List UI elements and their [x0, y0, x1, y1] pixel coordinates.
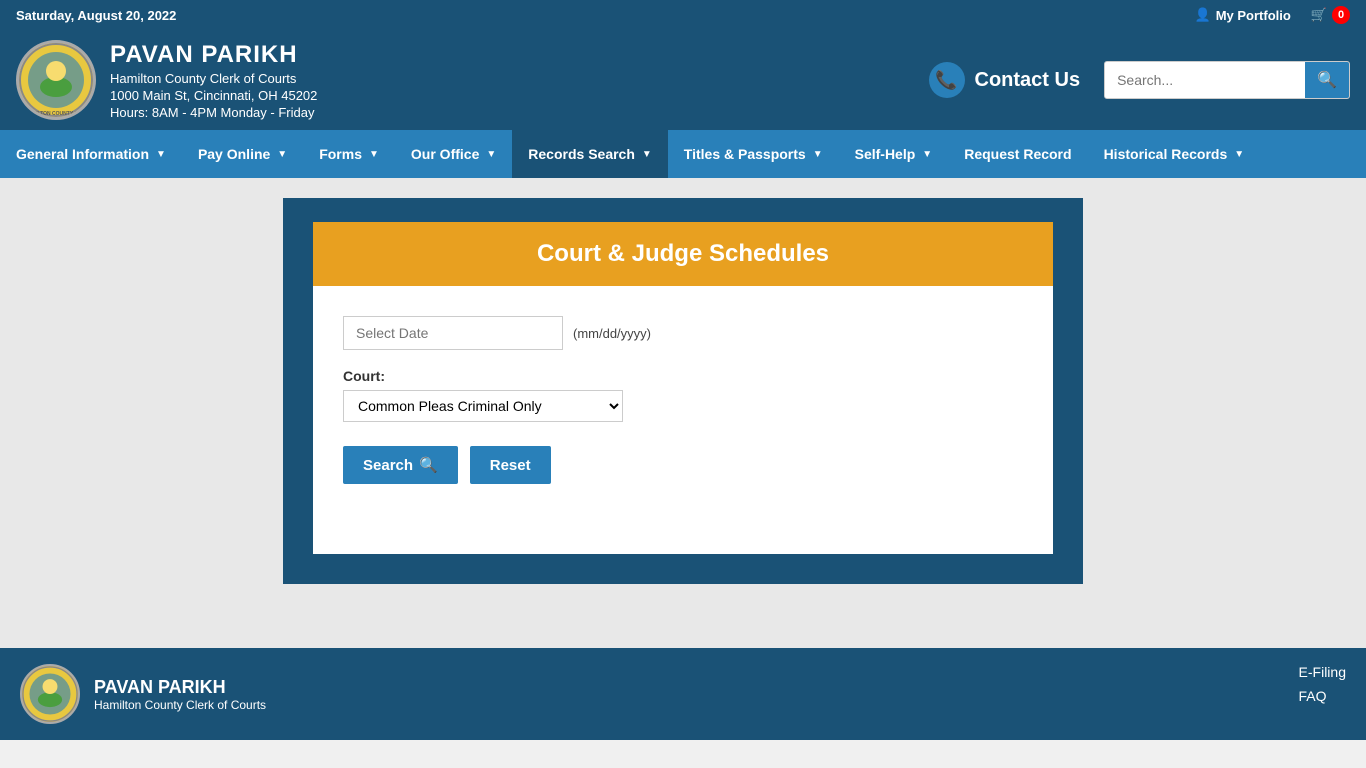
search-btn-icon: 🔍 — [419, 456, 438, 474]
chevron-down-icon: ▼ — [486, 149, 496, 160]
card-title: Court & Judge Schedules — [313, 222, 1053, 286]
card-body: (mm/dd/yyyy) Court: Common Pleas Crimina… — [313, 286, 1053, 524]
date-format-hint: (mm/dd/yyyy) — [573, 326, 651, 341]
nav-pay-online[interactable]: Pay Online ▼ — [182, 130, 303, 178]
chevron-down-icon: ▼ — [156, 149, 166, 160]
cart-badge: 0 — [1332, 6, 1350, 24]
main-content: Court & Judge Schedules (mm/dd/yyyy) Cou… — [0, 178, 1366, 648]
nav-titles-passports[interactable]: Titles & Passports ▼ — [668, 130, 839, 178]
org-line2: 1000 Main St, Cincinnati, OH 45202 — [110, 88, 317, 103]
chevron-down-icon: ▼ — [277, 149, 287, 160]
svg-text:HAMILTON COUNTY OHIO: HAMILTON COUNTY OHIO — [25, 111, 88, 117]
date-group: (mm/dd/yyyy) — [343, 316, 1023, 350]
contact-label: Contact Us — [975, 69, 1081, 92]
court-select[interactable]: Common Pleas Criminal Only Common Pleas … — [343, 390, 623, 422]
site-name: PAVAN PARIKH — [110, 41, 317, 69]
chevron-down-icon: ▼ — [369, 149, 379, 160]
reset-button-label: Reset — [490, 457, 531, 474]
nav-general-information[interactable]: General Information ▼ — [0, 130, 182, 178]
chevron-down-icon: ▼ — [922, 149, 932, 160]
portfolio-link[interactable]: 👤 My Portfolio — [1195, 7, 1291, 23]
search-icon-button[interactable]: 🔍 — [1305, 62, 1349, 98]
footer-logo — [20, 664, 80, 724]
header-title: PAVAN PARIKH Hamilton County Clerk of Co… — [110, 41, 317, 120]
nav-forms[interactable]: Forms ▼ — [303, 130, 395, 178]
user-icon: 👤 — [1195, 7, 1211, 23]
header-right: 📞 Contact Us 🔍 — [929, 61, 1351, 99]
cart-icon: 🛒 — [1311, 7, 1327, 23]
phone-icon: 📞 — [929, 62, 965, 98]
chevron-down-icon: ▼ — [1234, 149, 1244, 160]
search-input[interactable] — [1105, 64, 1305, 96]
nav-records-search[interactable]: Records Search ▼ — [512, 130, 668, 178]
footer-link-efiling[interactable]: E-Filing — [1299, 664, 1346, 680]
chevron-down-icon: ▼ — [642, 149, 652, 160]
footer-link-faq[interactable]: FAQ — [1299, 688, 1346, 704]
reset-button[interactable]: Reset — [470, 446, 551, 484]
footer-org-line: Hamilton County Clerk of Courts — [94, 698, 266, 712]
search-bar: 🔍 — [1104, 61, 1350, 99]
cart-link[interactable]: 🛒 0 — [1311, 6, 1350, 24]
court-label: Court: — [343, 368, 1023, 384]
nav-request-record[interactable]: Request Record — [948, 130, 1087, 178]
nav-historical-records[interactable]: Historical Records ▼ — [1088, 130, 1261, 178]
top-bar-right: 👤 My Portfolio 🛒 0 — [1195, 6, 1350, 24]
nav-self-help[interactable]: Self-Help ▼ — [839, 130, 949, 178]
org-line1: Hamilton County Clerk of Courts — [110, 71, 317, 86]
search-button[interactable]: Search 🔍 — [343, 446, 458, 484]
footer: PAVAN PARIKH Hamilton County Clerk of Co… — [0, 648, 1366, 740]
top-bar: Saturday, August 20, 2022 👤 My Portfolio… — [0, 0, 1366, 30]
footer-left: PAVAN PARIKH Hamilton County Clerk of Co… — [20, 664, 266, 724]
nav-our-office[interactable]: Our Office ▼ — [395, 130, 512, 178]
contact-us[interactable]: 📞 Contact Us — [929, 62, 1081, 98]
date-input[interactable] — [343, 316, 563, 350]
logo: HAMILTON COUNTY OHIO — [16, 40, 96, 120]
header: HAMILTON COUNTY OHIO PAVAN PARIKH Hamilt… — [0, 30, 1366, 130]
footer-site-name: PAVAN PARIKH — [94, 677, 266, 698]
search-button-label: Search — [363, 457, 413, 474]
header-left: HAMILTON COUNTY OHIO PAVAN PARIKH Hamilt… — [16, 40, 317, 120]
portfolio-label: My Portfolio — [1216, 8, 1291, 23]
btn-row: Search 🔍 Reset — [343, 446, 1023, 484]
footer-right: E-Filing FAQ — [1299, 664, 1346, 704]
content-card: Court & Judge Schedules (mm/dd/yyyy) Cou… — [283, 198, 1083, 584]
main-nav: General Information ▼ Pay Online ▼ Forms… — [0, 130, 1366, 178]
chevron-down-icon: ▼ — [813, 149, 823, 160]
court-group: Court: Common Pleas Criminal Only Common… — [343, 368, 1023, 422]
date-display: Saturday, August 20, 2022 — [16, 8, 176, 23]
org-line3: Hours: 8AM - 4PM Monday - Friday — [110, 105, 317, 120]
footer-title: PAVAN PARIKH Hamilton County Clerk of Co… — [94, 677, 266, 712]
